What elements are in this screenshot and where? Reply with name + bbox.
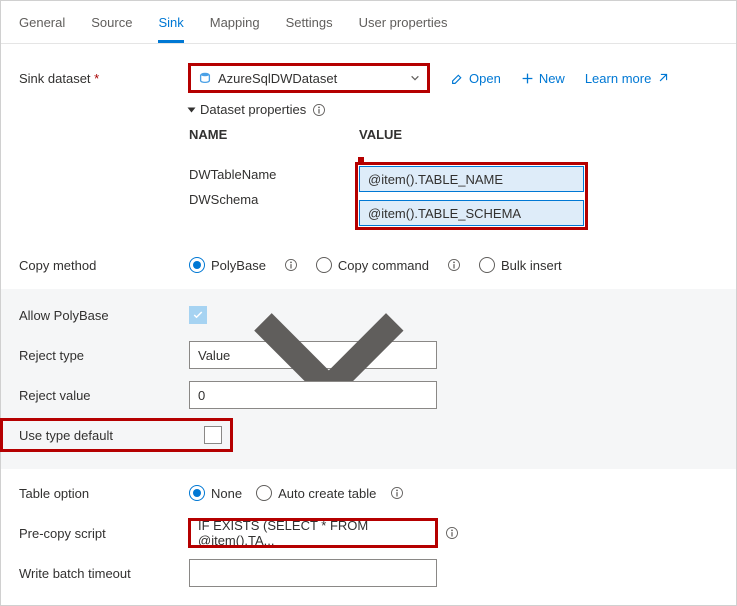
prop-name: DWSchema [189, 192, 359, 207]
polybase-settings: Allow PolyBase Reject type Value Reject … [1, 289, 736, 469]
info-icon[interactable] [390, 486, 404, 500]
ds-props-title: Dataset properties [200, 102, 306, 117]
label-reject-type: Reject type [19, 348, 189, 363]
label-sink-dataset: Sink dataset * [19, 71, 189, 86]
pencil-icon [451, 72, 464, 85]
precopy-script-input[interactable]: IF EXISTS (SELECT * FROM @item().TA... [189, 519, 437, 547]
tab-user-properties[interactable]: User properties [359, 11, 448, 43]
learn-more-link[interactable]: Learn more [585, 71, 669, 86]
tab-bar: General Source Sink Mapping Settings Use… [1, 1, 736, 44]
write-batch-timeout-input[interactable] [189, 559, 437, 587]
prop-value-input[interactable]: @item().TABLE_SCHEMA [359, 200, 584, 226]
plus-icon [521, 72, 534, 85]
tab-sink[interactable]: Sink [158, 11, 183, 43]
col-header-value: VALUE [359, 127, 594, 142]
open-dataset-link[interactable]: Open [451, 71, 501, 86]
label-use-type-default: Use type default [19, 428, 204, 443]
chevron-down-icon [410, 73, 420, 83]
label-table-option: Table option [19, 486, 189, 501]
prop-name: DWTableName [189, 167, 359, 182]
tab-source[interactable]: Source [91, 11, 132, 43]
tab-settings[interactable]: Settings [286, 11, 333, 43]
info-icon[interactable] [445, 526, 459, 540]
reject-type-select[interactable]: Value [189, 341, 437, 369]
radio-table-auto-create[interactable]: Auto create table [256, 485, 376, 501]
external-link-icon [656, 72, 669, 85]
sink-dataset-value: AzureSqlDWDataset [218, 71, 337, 86]
checkbox-use-type-default[interactable] [204, 426, 222, 444]
col-header-name: NAME [189, 127, 359, 142]
checkbox-allow-polybase[interactable] [189, 306, 207, 324]
new-dataset-link[interactable]: New [521, 71, 565, 86]
label-precopy-script: Pre-copy script [19, 526, 189, 541]
label-copy-method: Copy method [19, 258, 189, 273]
tab-mapping[interactable]: Mapping [210, 11, 260, 43]
info-icon[interactable] [312, 103, 326, 117]
collapse-icon[interactable] [188, 107, 196, 112]
info-icon[interactable] [447, 258, 461, 272]
dataset-icon [198, 71, 212, 85]
label-reject-value: Reject value [19, 388, 189, 403]
dataset-properties: Dataset properties NAME VALUE DWTableNam… [189, 102, 718, 207]
tab-general[interactable]: General [19, 11, 65, 43]
reject-value-input[interactable]: 0 [189, 381, 437, 409]
prop-value-input[interactable]: @item().TABLE_NAME [359, 166, 584, 192]
radio-table-none[interactable]: None [189, 485, 242, 501]
label-allow-polybase: Allow PolyBase [19, 308, 189, 323]
label-write-batch-timeout: Write batch timeout [19, 566, 189, 581]
chevron-down-icon [230, 256, 428, 454]
radio-bulk-insert[interactable]: Bulk insert [479, 257, 562, 273]
sink-dataset-dropdown[interactable]: AzureSqlDWDataset [189, 64, 429, 92]
